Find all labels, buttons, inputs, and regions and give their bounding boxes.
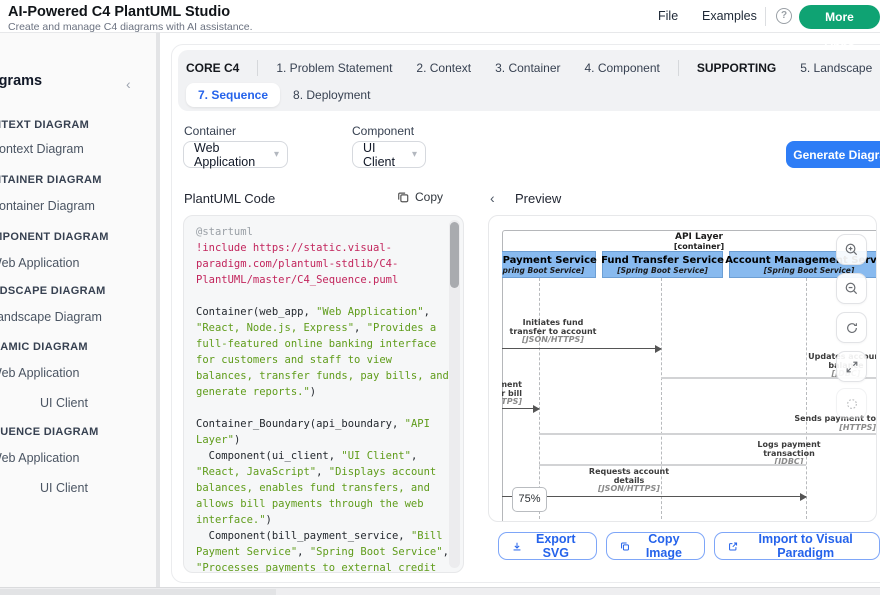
message-label: Initiates fund transfer to account [JSON…: [502, 319, 633, 345]
message-line: [539, 464, 806, 466]
copy-icon: [397, 191, 409, 203]
message-line: [539, 433, 876, 435]
diagram-canvas: API Layer [container] Bill Payment Servi…: [502, 230, 876, 521]
more-apps-button[interactable]: More Apps: [799, 5, 880, 29]
component-select[interactable]: UI Client ▾: [352, 141, 426, 168]
app-title: AI-Powered C4 PlantUML Studio: [8, 4, 230, 20]
boundary-name: API Layer: [599, 232, 799, 242]
lifeline: [539, 278, 540, 519]
sidebar-section-landscape: LANDSCAPE DIAGRAM: [0, 285, 106, 297]
preview-actions: Export SVG Copy Image Import to Visual P…: [498, 532, 880, 560]
external-link-icon: [728, 540, 738, 553]
horizontal-scrollbar[interactable]: [0, 587, 880, 595]
arrowhead-icon: [800, 493, 807, 501]
horizontal-scrollbar-thumb[interactable]: [0, 589, 276, 595]
sidebar-section-container: CONTAINER DIAGRAM: [0, 174, 102, 186]
zoom-level-badge: 75%: [512, 487, 547, 512]
tab-landscape[interactable]: 5. Landscape: [800, 61, 872, 75]
tab-context[interactable]: 2. Context: [416, 61, 471, 75]
boundary-label: API Layer [container]: [599, 232, 799, 251]
zoom-out-icon: [844, 281, 859, 296]
sidebar-item-context-diagram[interactable]: Context Diagram: [0, 142, 84, 156]
container-select[interactable]: Web Application ▾: [183, 141, 288, 168]
chevron-down-icon: ▾: [412, 149, 417, 160]
code-scrollbar-thumb[interactable]: [450, 222, 459, 288]
app-subtitle: Create and manage C4 diagrams with AI as…: [8, 21, 253, 33]
arrowhead-icon: [655, 345, 662, 353]
sidebar-item-ui-client[interactable]: UI Client: [40, 396, 88, 410]
tab-group-supporting: SUPPORTING: [697, 61, 776, 75]
sidebar-section-context: CONTEXT DIAGRAM: [0, 119, 89, 131]
tab-bar: CORE C4 1. Problem Statement 2. Context …: [178, 50, 880, 111]
arrowhead-icon: [533, 405, 540, 413]
fullscreen-icon: [845, 360, 859, 374]
sidebar-item-container-diagram[interactable]: Container Diagram: [0, 199, 95, 213]
sidebar-item-ui-client[interactable]: UI Client: [40, 481, 88, 495]
zoom-in-icon: [844, 242, 859, 257]
tab-divider: [257, 60, 258, 76]
menu-file[interactable]: File: [658, 9, 678, 23]
copy-image-button[interactable]: Copy Image: [606, 532, 706, 560]
sidebar-section-dynamic: DYNAMIC DIAGRAM: [0, 341, 88, 353]
reset-view-icon: [845, 397, 859, 411]
container-select-label: Container: [184, 124, 236, 138]
component-select-label: Component: [352, 124, 414, 138]
reset-view-button[interactable]: [836, 388, 867, 419]
lifeline: [806, 278, 807, 519]
tab-divider: [678, 60, 679, 76]
zoom-in-button[interactable]: [836, 234, 867, 265]
zoom-out-button[interactable]: [836, 273, 867, 304]
code-editor[interactable]: @startuml!include https://static.visual-…: [183, 215, 464, 573]
preview-panel-title: Preview: [515, 191, 561, 206]
message-label: Requests account details [JSON/HTTPS]: [549, 468, 709, 494]
message-label: Submits payment for bill [HTTPS]: [502, 381, 522, 407]
participant-bill-payment-service: Bill Payment Service [Spring Boot Servic…: [502, 251, 596, 278]
tab-component[interactable]: 4. Component: [584, 61, 659, 75]
container-select-value: Web Application: [194, 141, 266, 169]
boundary-stereotype: [container]: [599, 242, 799, 251]
diagram-preview[interactable]: API Layer [container] Bill Payment Servi…: [488, 215, 877, 522]
participant-fund-transfer-service: Fund Transfer Service [Spring Boot Servi…: [602, 251, 723, 278]
export-svg-button[interactable]: Export SVG: [498, 532, 597, 560]
sidebar: Diagrams CONTEXT DIAGRAM Context Diagram…: [0, 33, 156, 587]
message-arrow: [502, 496, 806, 497]
refresh-button[interactable]: [836, 312, 867, 343]
header-divider: [765, 7, 766, 26]
fullscreen-button[interactable]: [836, 351, 867, 382]
generate-diagram-button[interactable]: Generate Diagram: [786, 141, 880, 168]
sidebar-title: Diagrams: [0, 73, 42, 89]
code-panel-title: PlantUML Code: [184, 191, 275, 206]
tab-group-core-c4: CORE C4: [186, 61, 239, 75]
sidebar-section-component: COMPONENT DIAGRAM: [0, 231, 109, 243]
help-icon[interactable]: ?: [776, 8, 792, 24]
sidebar-scrollbar[interactable]: [156, 33, 160, 587]
sidebar-item-web-application[interactable]: Web Application: [0, 256, 79, 270]
copy-icon: [620, 540, 630, 553]
refresh-icon: [845, 321, 859, 335]
tab-deployment[interactable]: 8. Deployment: [293, 88, 370, 102]
preview-collapse-icon[interactable]: ‹: [490, 190, 495, 206]
sidebar-section-sequence: SEQUENCE DIAGRAM: [0, 426, 99, 438]
download-icon: [512, 540, 522, 553]
tab-problem-statement[interactable]: 1. Problem Statement: [276, 61, 392, 75]
code-scrollbar-track[interactable]: [449, 220, 460, 568]
tab-sequence[interactable]: 7. Sequence: [186, 83, 280, 107]
copy-button-label: Copy: [415, 190, 443, 204]
message-arrow: [502, 408, 539, 409]
component-select-value: UI Client: [363, 141, 404, 169]
app-header: AI-Powered C4 PlantUML Studio Create and…: [0, 0, 880, 33]
message-label: Logs payment transaction [JDBC]: [709, 441, 869, 467]
sidebar-item-web-application[interactable]: Web Application: [0, 451, 79, 465]
import-to-visual-paradigm-button[interactable]: Import to Visual Paradigm: [714, 532, 880, 560]
copy-code-button[interactable]: Copy: [397, 190, 443, 204]
menu-examples[interactable]: Examples: [702, 9, 757, 23]
sidebar-collapse-icon[interactable]: ‹: [126, 76, 131, 92]
code-lines: @startuml!include https://static.visual-…: [196, 224, 442, 573]
message-arrow: [502, 348, 661, 349]
sidebar-item-landscape-diagram[interactable]: Landscape Diagram: [0, 310, 102, 324]
tab-container[interactable]: 3. Container: [495, 61, 560, 75]
sidebar-item-web-application[interactable]: Web Application: [0, 366, 79, 380]
chevron-down-icon: ▾: [274, 149, 279, 160]
